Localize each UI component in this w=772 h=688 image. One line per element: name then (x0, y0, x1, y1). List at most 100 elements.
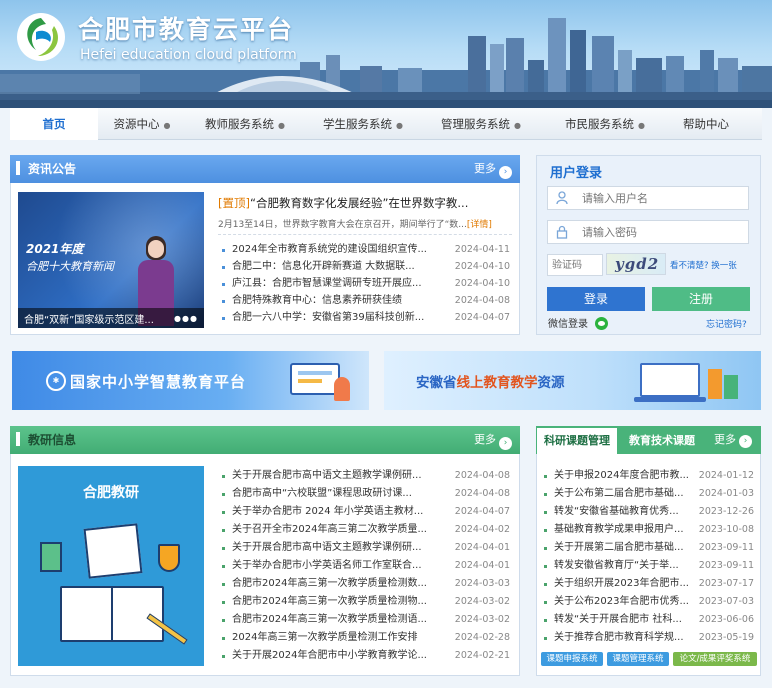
research-item-date: 2024-03-02 (454, 596, 510, 607)
register-button[interactable]: 注册 (652, 287, 750, 311)
list-item[interactable]: 关于公布第二届合肥市基础... 2024-01-03 (544, 485, 754, 503)
user-icon (556, 191, 568, 205)
list-item[interactable]: 关于召开全市2024年高三第二次教学质量... 2024-04-02 (222, 521, 510, 539)
news-more-link[interactable]: 更多 › (474, 155, 512, 183)
nav-teacher-services[interactable]: 教师服务系统 ● (186, 108, 304, 140)
research-item-title: 关于开展合肥市高中语文主题教学课例研... (232, 542, 422, 553)
project-item-title: 转发“关于开展合肥市 社科... (554, 614, 682, 625)
projects-list: 关于申报2024年度合肥市教... 2024-01-12 关于公布第二届合肥市基础… (544, 467, 754, 647)
anhui-title-part1: 安徽省 (416, 375, 457, 391)
list-item[interactable]: 关于开展2024年合肥市中小学教育教学论... 2024-02-21 (222, 647, 510, 665)
tab-research-projects[interactable]: 科研课题管理 (537, 428, 617, 454)
tab-edtech-projects[interactable]: 教育技术课题 (622, 428, 702, 454)
list-item[interactable]: 基础教育教学成果申报用户... 2023-10-08 (544, 521, 754, 539)
more-label: 更多 (474, 433, 496, 446)
paper-award-system-button[interactable]: 论文/成果评奖系统 (673, 652, 757, 666)
captcha-image[interactable]: ygd2 (606, 253, 666, 275)
wechat-login-label: 微信登录 (548, 319, 588, 330)
list-item[interactable]: 合肥市2024年高三第一次教学质量检测语... 2024-03-02 (222, 611, 510, 629)
featured-news-title[interactable]: [置顶]“合肥教育数字化发展经验”在世界数字教... (218, 195, 514, 211)
project-application-system-button[interactable]: 课题申报系统 (541, 652, 603, 666)
nav-label: 市民服务系统 (565, 117, 634, 131)
projects-more-link[interactable]: 更多 › (714, 426, 752, 454)
research-image-title: 合肥教研 (83, 485, 139, 501)
news-item-date: 2024-04-10 (454, 278, 510, 289)
list-item[interactable]: 转发“关于开展合肥市 社科... 2023-06-06 (544, 611, 754, 629)
news-title: 资讯公告 (28, 162, 77, 176)
chevron-right-icon: › (499, 166, 512, 179)
project-item-date: 2023-09-11 (698, 542, 754, 553)
research-more-link[interactable]: 更多 › (474, 426, 512, 454)
research-item-date: 2024-04-08 (454, 470, 510, 481)
list-item[interactable]: 转发“安徽省基础教育优秀... 2023-12-26 (544, 503, 754, 521)
featured-news-summary: 2月13至14日，世界数字教育大会在京召开，期间举行了“数...[详情] (218, 217, 514, 230)
list-item[interactable]: 关于开展合肥市高中语文主题教学课例研... 2024-04-01 (222, 539, 510, 557)
list-item[interactable]: 关于开展第二届合肥市基础... 2023-09-11 (544, 539, 754, 557)
list-item[interactable]: 关于推荐合肥市教育科学规... 2023-05-19 (544, 629, 754, 647)
list-item[interactable]: 合肥市2024年高三第一次教学质量检测数... 2024-03-03 (222, 575, 510, 593)
project-item-title: 关于开展第二届合肥市基础... (554, 542, 684, 553)
book-spine (111, 586, 113, 642)
nav-student-services[interactable]: 学生服务系统 ● (304, 108, 422, 140)
list-item[interactable]: 2024年全市教育系统党的建设国组织宣传... 2024-04-11 (222, 241, 510, 258)
research-item-title: 合肥市2024年高三第一次教学质量检测物... (232, 596, 427, 607)
research-item-date: 2024-04-08 (454, 488, 510, 499)
paper-stack (83, 523, 143, 579)
research-item-title: 关于举办合肥市小学英语名师工作室联合... (232, 560, 422, 571)
list-item[interactable]: 关于举办合肥市 2024 年小学英语主教材... 2024-04-07 (222, 503, 510, 521)
list-item[interactable]: 转发安徽省教育厅“关于举... 2023-09-11 (544, 557, 754, 575)
project-item-date: 2023-07-17 (698, 578, 754, 589)
nav-resource-center[interactable]: 资源中心 ● (98, 108, 186, 140)
research-item-date: 2024-03-03 (454, 578, 510, 589)
list-item[interactable]: 关于公布2023年合肥市优秀... 2023-07-03 (544, 593, 754, 611)
password-input[interactable] (547, 220, 749, 244)
username-input[interactable] (547, 186, 749, 210)
list-item[interactable]: 合肥市高中“六校联盟”课程思政研讨课... 2024-04-08 (222, 485, 510, 503)
national-smart-education-banner[interactable]: ✱ 国家中小学智慧教育平台 (12, 351, 369, 410)
list-item[interactable]: 合肥二中：信息化开辟新赛道 大数据联... 2024-04-10 (222, 258, 510, 275)
list-item[interactable]: 关于举办合肥市小学英语名师工作室联合... 2024-04-01 (222, 557, 510, 575)
list-item[interactable]: 关于开展合肥市高中语文主题教学课例研... 2024-04-08 (222, 467, 510, 485)
nav-help-center[interactable]: 帮助中心 (670, 108, 742, 140)
news-image[interactable]: 2021年度 合肥十大教育新闻 合肥“双新”国家级示范区建... ●●● (18, 192, 204, 328)
project-item-date: 2023-10-08 (698, 524, 754, 535)
anhui-online-resources-banner[interactable]: 安徽省线上教育教学资源 (384, 351, 761, 410)
captcha-text: ygd2 (615, 255, 660, 273)
list-item[interactable]: 庐江县：合肥市智慧课堂调研专班开展应... 2024-04-10 (222, 275, 510, 292)
login-title: 用户登录 (550, 166, 603, 181)
more-label: 更多 (714, 433, 736, 446)
laptop-illustration (620, 361, 750, 405)
chevron-right-icon: › (739, 435, 752, 448)
flask-illustration (158, 544, 180, 572)
list-item[interactable]: 2024年高三第一次教学质量检测工作安排 2024-02-28 (222, 629, 510, 647)
research-image[interactable]: 合肥教研 (18, 466, 204, 666)
nav-label: 学生服务系统 (323, 117, 392, 131)
list-item[interactable]: 关于申报2024年度合肥市教... 2024-01-12 (544, 467, 754, 485)
nav-citizen-services[interactable]: 市民服务系统 ● (540, 108, 670, 140)
captcha-input[interactable] (547, 254, 603, 276)
project-item-date: 2023-09-11 (698, 560, 754, 571)
login-button[interactable]: 登录 (547, 287, 645, 311)
detail-link[interactable]: [详情] (467, 220, 492, 230)
research-item-title: 2024年高三第一次教学质量检测工作安排 (232, 632, 418, 643)
captcha-refresh-link[interactable]: 看不清楚? 换一张 (670, 259, 737, 271)
project-item-date: 2023-06-06 (698, 614, 754, 625)
forgot-password-link[interactable]: 忘记密码? (706, 317, 747, 330)
nav-home[interactable]: 首页 (10, 108, 98, 140)
project-item-date: 2023-07-03 (698, 596, 754, 607)
nav-management-services[interactable]: 管理服务系统 ● (422, 108, 540, 140)
wechat-login-link[interactable]: 微信登录 (548, 315, 609, 330)
project-management-system-button[interactable]: 课题管理系统 (607, 652, 669, 666)
list-item[interactable]: 合肥特殊教育中心：信息素养研获佳绩 2024-04-08 (222, 292, 510, 309)
dotted-divider (218, 234, 512, 235)
news-item-date: 2024-04-08 (454, 295, 510, 306)
list-item[interactable]: 关于组织开展2023年合肥市... 2023-07-17 (544, 575, 754, 593)
featured-summary-text: 2月13至14日，世界数字教育大会在京召开，期间举行了“数... (218, 220, 467, 230)
research-panel-header: 教研信息 更多 › (10, 426, 520, 454)
site-banner: 合肥市教育云平台 Hefei education cloud platform (0, 0, 772, 108)
list-item[interactable]: 合肥一六八中学：安徽省第39届科技创新... 2024-04-07 (222, 309, 510, 326)
news-item-title: 2024年全市教育系统党的建设国组织宣传... (232, 244, 427, 255)
news-item-date: 2024-04-10 (454, 261, 510, 272)
list-item[interactable]: 合肥市2024年高三第一次教学质量检测物... 2024-03-02 (222, 593, 510, 611)
main-nav: 首页 资源中心 ● 教师服务系统 ● 学生服务系统 ● 管理服务系统 ● 市民服务系统 ●… (10, 108, 762, 140)
